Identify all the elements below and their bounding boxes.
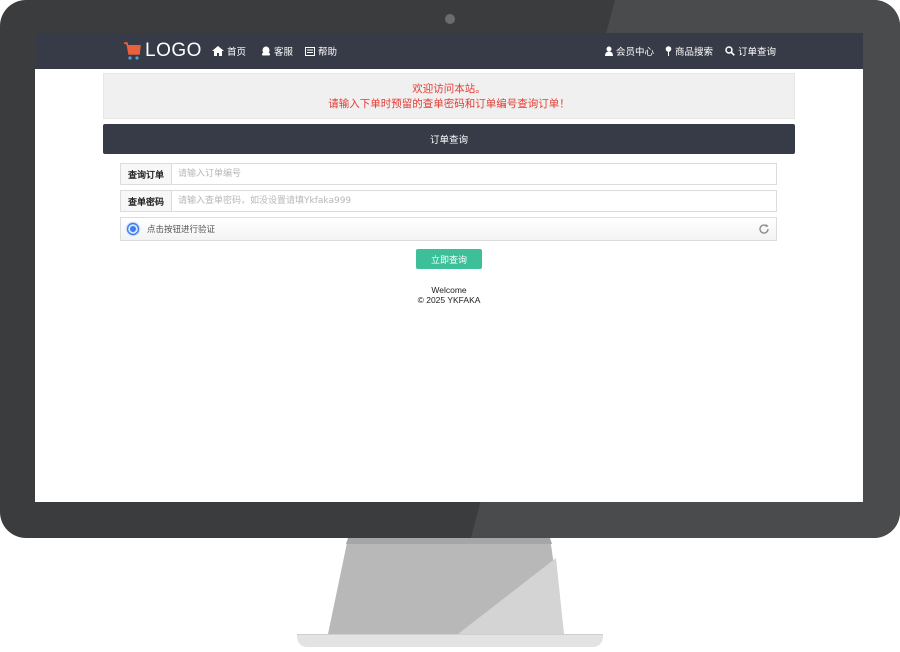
panel-title-bar: 订单查询	[103, 124, 795, 154]
logo[interactable]: LOGO	[123, 38, 202, 64]
nav-order-query[interactable]: 订单查询	[725, 33, 776, 69]
refresh-icon[interactable]	[758, 223, 770, 235]
nav-home[interactable]: 首页	[212, 33, 246, 69]
nav-service[interactable]: 客服	[261, 33, 293, 69]
query-password-input[interactable]	[172, 191, 776, 211]
order-number-label: 查询订单	[121, 164, 172, 184]
order-number-input[interactable]	[172, 164, 776, 184]
footer-copyright: © 2025 YKFAKA	[417, 295, 481, 305]
alert-line-1: 欢迎访问本站。	[412, 83, 486, 95]
logo-text: LOGO	[145, 40, 202, 61]
nav-product-search-label: 商品搜索	[675, 47, 714, 58]
captcha-text: 点击按钮进行验证	[147, 225, 216, 235]
qq-icon	[262, 46, 270, 56]
nav-help[interactable]: 帮助	[305, 33, 337, 69]
captcha-icon	[125, 221, 141, 237]
captcha-verify-button[interactable]: 点击按钮进行验证	[120, 217, 777, 241]
list-icon	[305, 46, 315, 56]
screen: LOGO 首页 客服 帮助 会员中心 商品搜索 订单查询 欢迎访问本站。 请输入…	[35, 33, 863, 502]
user-icon	[605, 46, 613, 56]
monitor-base	[297, 634, 603, 647]
nav-home-label: 首页	[227, 47, 247, 58]
order-number-row: 查询订单	[120, 163, 777, 185]
alert-line-2: 请输入下单时预留的查单密码和订单编号查询订单！	[328, 98, 570, 110]
footer: Welcome © 2025 YKFAKA	[35, 285, 863, 305]
query-password-label: 查单密码	[121, 191, 172, 211]
nav-service-label: 客服	[274, 47, 294, 58]
monitor-frame: LOGO 首页 客服 帮助 会员中心 商品搜索 订单查询 欢迎访问本站。 请输入…	[0, 0, 900, 538]
nav-order-query-label: 订单查询	[738, 47, 777, 58]
nav-member[interactable]: 会员中心	[605, 33, 654, 69]
welcome-alert: 欢迎访问本站。 请输入下单时预留的查单密码和订单编号查询订单！	[103, 73, 795, 119]
search-icon	[725, 46, 735, 56]
submit-query-button[interactable]: 立即查询	[416, 249, 482, 269]
footer-welcome: Welcome	[431, 285, 467, 295]
nav-product-search[interactable]: 商品搜索	[665, 33, 713, 69]
home-icon	[212, 46, 224, 56]
pin-icon	[665, 46, 672, 56]
navbar: LOGO 首页 客服 帮助 会员中心 商品搜索 订单查询	[35, 33, 863, 69]
nav-help-label: 帮助	[318, 47, 338, 58]
panel-title: 订单查询	[429, 135, 468, 146]
camera-icon	[445, 14, 455, 24]
query-password-row: 查单密码	[120, 190, 777, 212]
cart-icon	[124, 42, 141, 60]
monitor-stand	[328, 538, 564, 634]
nav-member-label: 会员中心	[616, 47, 655, 58]
